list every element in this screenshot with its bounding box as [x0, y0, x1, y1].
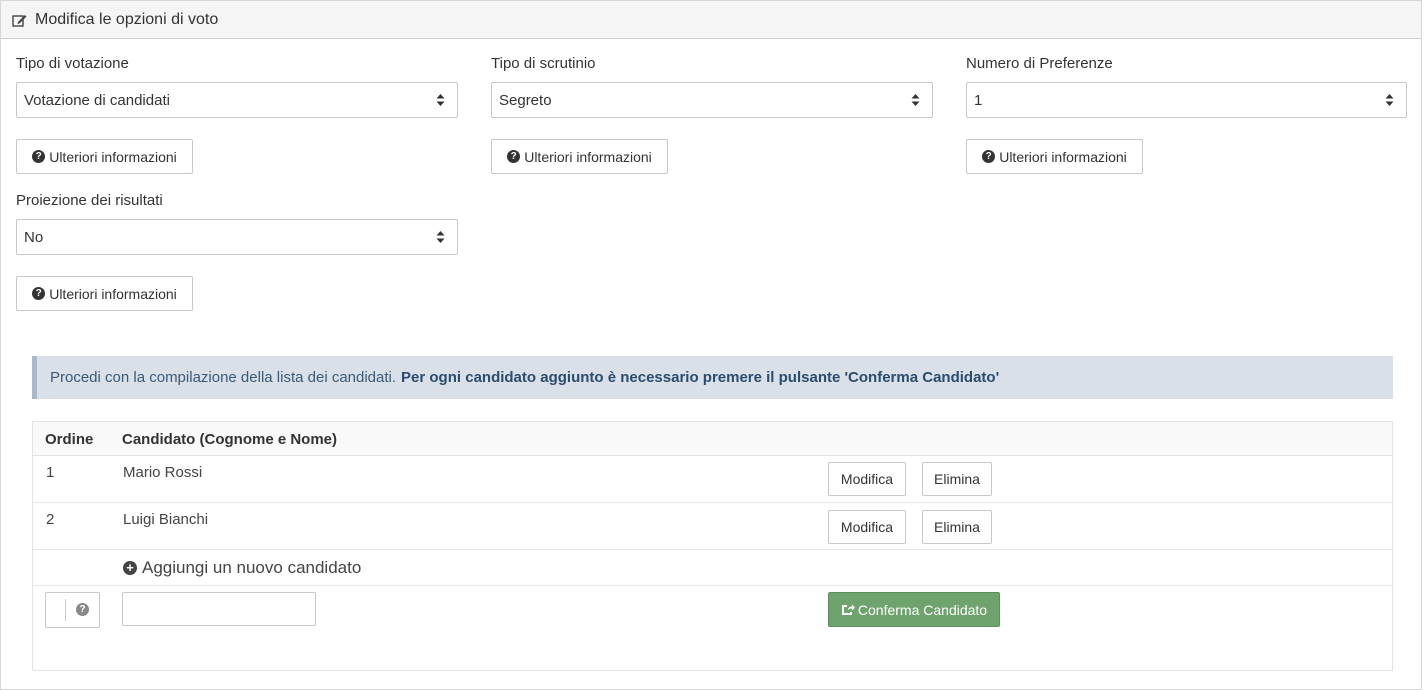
info-button-label: Ulteriori informazioni	[49, 148, 177, 165]
tipo-votazione-select[interactable]: Votazione di candidati	[16, 82, 458, 118]
proiezione-select[interactable]: No	[16, 219, 458, 255]
tipo-scrutinio-select[interactable]: Segreto	[491, 82, 933, 118]
row-candidate-name: Mario Rossi	[123, 464, 203, 481]
panel-heading: Modifica le opzioni di voto	[1, 1, 1421, 39]
header-candidate: Candidato (Cognome e Nome)	[122, 431, 338, 448]
confirm-candidate-label: Conferma Candidato	[857, 601, 988, 618]
select-caret-icon	[436, 94, 445, 106]
confirm-candidate-button[interactable]: Conferma Candidato	[828, 592, 1000, 627]
proiezione-label: Proiezione dei risultati	[16, 192, 163, 209]
vote-options-panel: Modifica le opzioni di voto Tipo di vota…	[0, 0, 1422, 690]
numero-preferenze-label: Numero di Preferenze	[966, 55, 1113, 72]
row-candidate-name: Luigi Bianchi	[123, 511, 209, 528]
numero-preferenze-value: 1	[974, 91, 983, 109]
question-circle-icon: ?	[982, 150, 996, 163]
panel-title: Modifica le opzioni di voto	[35, 10, 219, 28]
add-candidate-text: Aggiungi un nuovo candidato	[142, 558, 362, 577]
input-divider	[65, 599, 66, 621]
delete-button[interactable]: Elimina	[922, 510, 992, 544]
row-order: 2	[46, 511, 55, 528]
info-button-votazione[interactable]: ? Ulteriori informazioni	[16, 139, 193, 174]
table-row: 1 Mario Rossi Modifica Elimina	[33, 456, 1392, 503]
share-icon	[841, 604, 855, 616]
table-row: 2 Luigi Bianchi Modifica Elimina	[33, 503, 1392, 550]
question-circle-icon: ?	[32, 287, 46, 300]
tipo-votazione-value: Votazione di candidati	[24, 91, 170, 109]
edit-button[interactable]: Modifica	[828, 462, 906, 496]
question-circle-icon[interactable]: ?	[76, 603, 89, 616]
new-order-input[interactable]: ?	[45, 592, 100, 628]
tipo-votazione-label: Tipo di votazione	[16, 55, 129, 72]
candidates-info-alert: Procedi con la compilazione della lista …	[32, 356, 1393, 399]
select-caret-icon	[911, 94, 920, 106]
proiezione-value: No	[24, 228, 44, 246]
info-button-label: Ulteriori informazioni	[999, 148, 1127, 165]
delete-button[interactable]: Elimina	[922, 462, 992, 496]
select-caret-icon	[1385, 94, 1394, 106]
info-button-scrutinio[interactable]: ? Ulteriori informazioni	[491, 139, 668, 174]
edit-button[interactable]: Modifica	[828, 510, 906, 544]
alert-text: Procedi con la compilazione della lista …	[50, 369, 397, 386]
add-candidate-row: + Aggiungi un nuovo candidato	[33, 550, 1392, 586]
plus-circle-icon: +	[123, 561, 137, 575]
header-order: Ordine	[45, 431, 94, 448]
edit-icon	[12, 13, 27, 27]
add-candidate-label[interactable]: + Aggiungi un nuovo candidato	[123, 558, 361, 578]
info-button-proiezione[interactable]: ? Ulteriori informazioni	[16, 276, 193, 311]
info-button-preferenze[interactable]: ? Ulteriori informazioni	[966, 139, 1143, 174]
numero-preferenze-select[interactable]: 1	[966, 82, 1407, 118]
info-button-label: Ulteriori informazioni	[49, 285, 177, 302]
new-candidate-name-input[interactable]	[122, 592, 316, 626]
tipo-scrutinio-label: Tipo di scrutinio	[491, 55, 596, 72]
candidates-table: Ordine Candidato (Cognome e Nome) 1 Mari…	[32, 421, 1393, 671]
table-header: Ordine Candidato (Cognome e Nome)	[33, 422, 1392, 456]
select-caret-icon	[436, 231, 445, 243]
question-circle-icon: ?	[32, 150, 46, 163]
info-button-label: Ulteriori informazioni	[524, 148, 652, 165]
question-circle-icon: ?	[507, 150, 521, 163]
alert-bold-text: Per ogni candidato aggiunto è necessario…	[401, 369, 1000, 386]
row-order: 1	[46, 464, 55, 481]
tipo-scrutinio-value: Segreto	[499, 91, 552, 109]
